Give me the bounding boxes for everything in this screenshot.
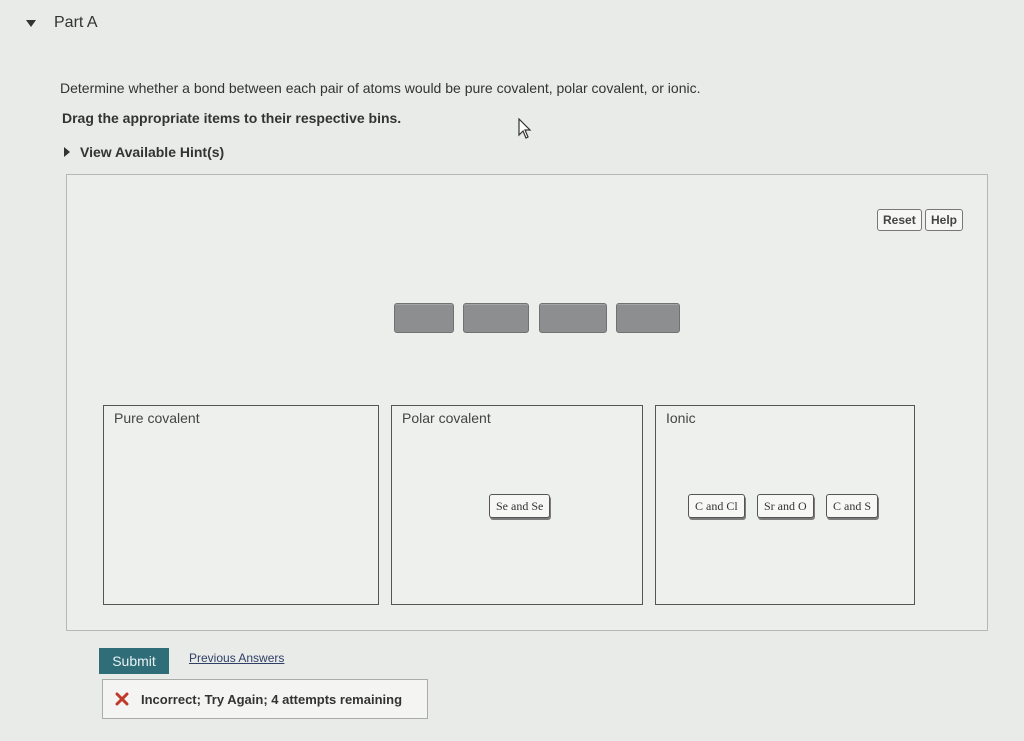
- expand-caret-icon: [64, 147, 70, 157]
- mouse-cursor-icon: [518, 118, 532, 139]
- bin-label: Pure covalent: [114, 410, 200, 426]
- item-tile-se-and-se[interactable]: Se and Se: [489, 494, 551, 518]
- part-title: Part A: [54, 14, 98, 31]
- item-tile-c-and-s[interactable]: C and S: [826, 494, 879, 518]
- part-header[interactable]: Part A: [26, 14, 98, 32]
- empty-tile-slot: [394, 303, 454, 333]
- submit-button[interactable]: Submit: [99, 648, 169, 674]
- bin-label: Ionic: [666, 410, 696, 426]
- reset-button[interactable]: Reset: [877, 209, 922, 231]
- question-text: Determine whether a bond between each pa…: [60, 80, 701, 96]
- item-tile-sr-and-o[interactable]: Sr and O: [757, 494, 814, 518]
- bin-polar-covalent[interactable]: Polar covalent Se and Se: [391, 405, 643, 605]
- item-tile-c-and-cl[interactable]: C and Cl: [688, 494, 745, 518]
- empty-tile-slot: [616, 303, 680, 333]
- previous-answers-link[interactable]: Previous Answers: [189, 651, 284, 665]
- feedback-text: Incorrect; Try Again; 4 attempts remaini…: [141, 691, 403, 707]
- bin-pure-covalent[interactable]: Pure covalent: [103, 405, 379, 605]
- feedback-box: Incorrect; Try Again; 4 attempts remaini…: [102, 679, 428, 719]
- instruction-text: Drag the appropriate items to their resp…: [62, 110, 402, 126]
- error-x-icon: [115, 692, 129, 706]
- bin-ionic[interactable]: Ionic C and Cl Sr and O C and S: [655, 405, 915, 605]
- empty-tile-slot: [539, 303, 607, 333]
- help-button[interactable]: Help: [925, 209, 964, 231]
- empty-tile-slot: [463, 303, 529, 333]
- view-hints-toggle[interactable]: View Available Hint(s): [64, 144, 224, 160]
- collapse-caret-icon[interactable]: [26, 19, 36, 27]
- view-hints-label: View Available Hint(s): [80, 144, 225, 160]
- drag-drop-workspace: Reset Help Pure covalent Polar covalent …: [66, 174, 988, 631]
- bin-label: Polar covalent: [402, 410, 491, 426]
